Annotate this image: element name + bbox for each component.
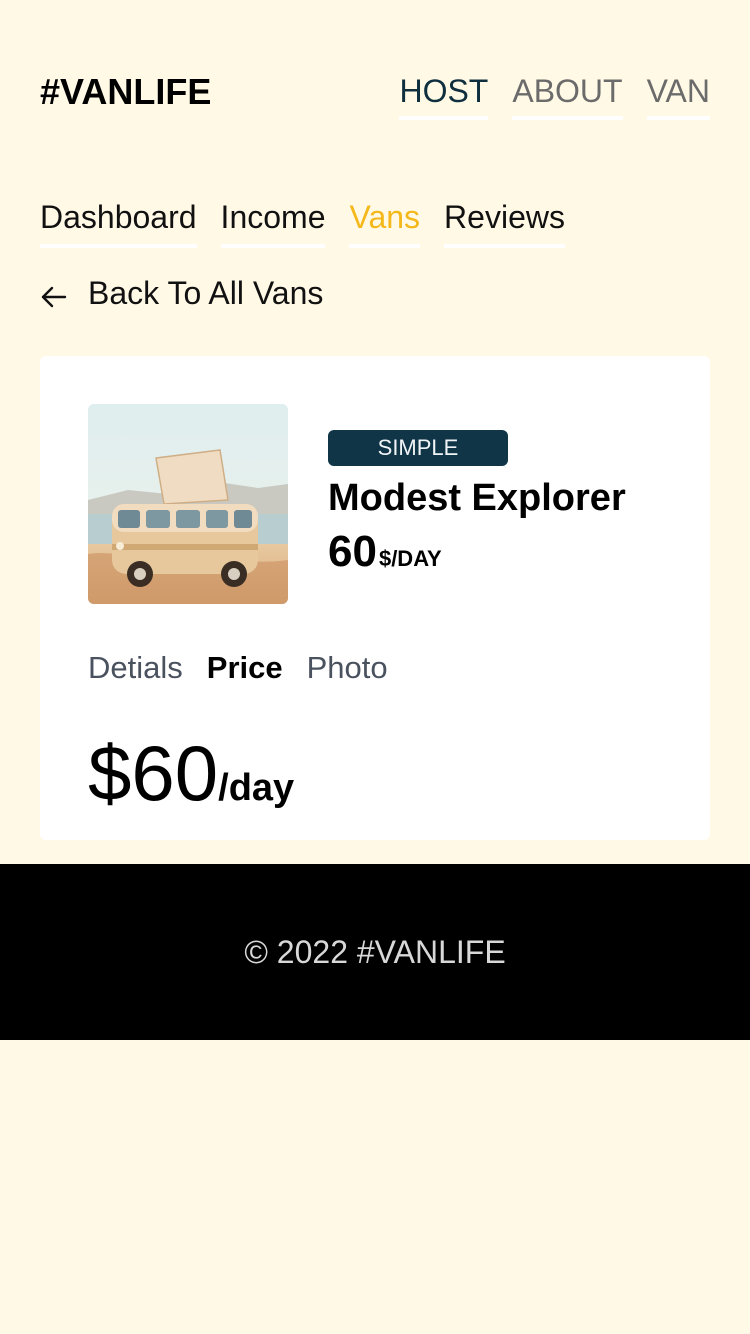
main-nav: HOST ABOUT VAN bbox=[399, 70, 710, 120]
van-detail-card: SIMPLE Modest Explorer 60$/DAY Detials P… bbox=[40, 356, 710, 840]
host-subnav: Dashboard Income Vans Reviews bbox=[40, 196, 565, 248]
subnav-item-income[interactable]: Income bbox=[220, 196, 326, 248]
back-to-vans-link[interactable]: Back To All Vans bbox=[40, 272, 323, 314]
van-name: Modest Explorer bbox=[328, 477, 626, 519]
van-price-unit: $/DAY bbox=[378, 546, 442, 571]
back-link-label: Back To All Vans bbox=[88, 275, 324, 311]
nav-link-van[interactable]: VAN bbox=[646, 70, 710, 120]
top-navbar: #VANLIFE HOST ABOUT VAN bbox=[0, 0, 750, 160]
tab-photo[interactable]: Photo bbox=[307, 648, 388, 688]
van-info: SIMPLE Modest Explorer 60$/DAY bbox=[328, 430, 626, 586]
site-footer: © 2022 #VANLIFE bbox=[0, 864, 750, 1040]
tab-details[interactable]: Detials bbox=[88, 648, 183, 688]
van-detail-tabs: Detials Price Photo bbox=[88, 648, 388, 688]
arrow-left-icon bbox=[40, 279, 68, 308]
van-price-value: 60 bbox=[328, 527, 377, 576]
footer-copyright: © 2022 #VANLIFE bbox=[244, 934, 506, 970]
subnav-item-dashboard[interactable]: Dashboard bbox=[40, 196, 197, 248]
van-price: 60$/DAY bbox=[328, 528, 626, 586]
price-unit: /day bbox=[218, 767, 295, 809]
subnav-item-reviews[interactable]: Reviews bbox=[444, 196, 565, 248]
tab-price[interactable]: Price bbox=[207, 648, 283, 688]
van-type-badge: SIMPLE bbox=[328, 430, 508, 466]
price-amount: $60 bbox=[88, 729, 219, 817]
site-logo[interactable]: #VANLIFE bbox=[40, 70, 211, 114]
price-panel: $60/day bbox=[88, 730, 294, 839]
nav-link-host[interactable]: HOST bbox=[399, 70, 489, 120]
van-image bbox=[88, 404, 288, 604]
nav-link-about[interactable]: ABOUT bbox=[512, 70, 623, 120]
subnav-item-vans[interactable]: Vans bbox=[349, 196, 421, 248]
